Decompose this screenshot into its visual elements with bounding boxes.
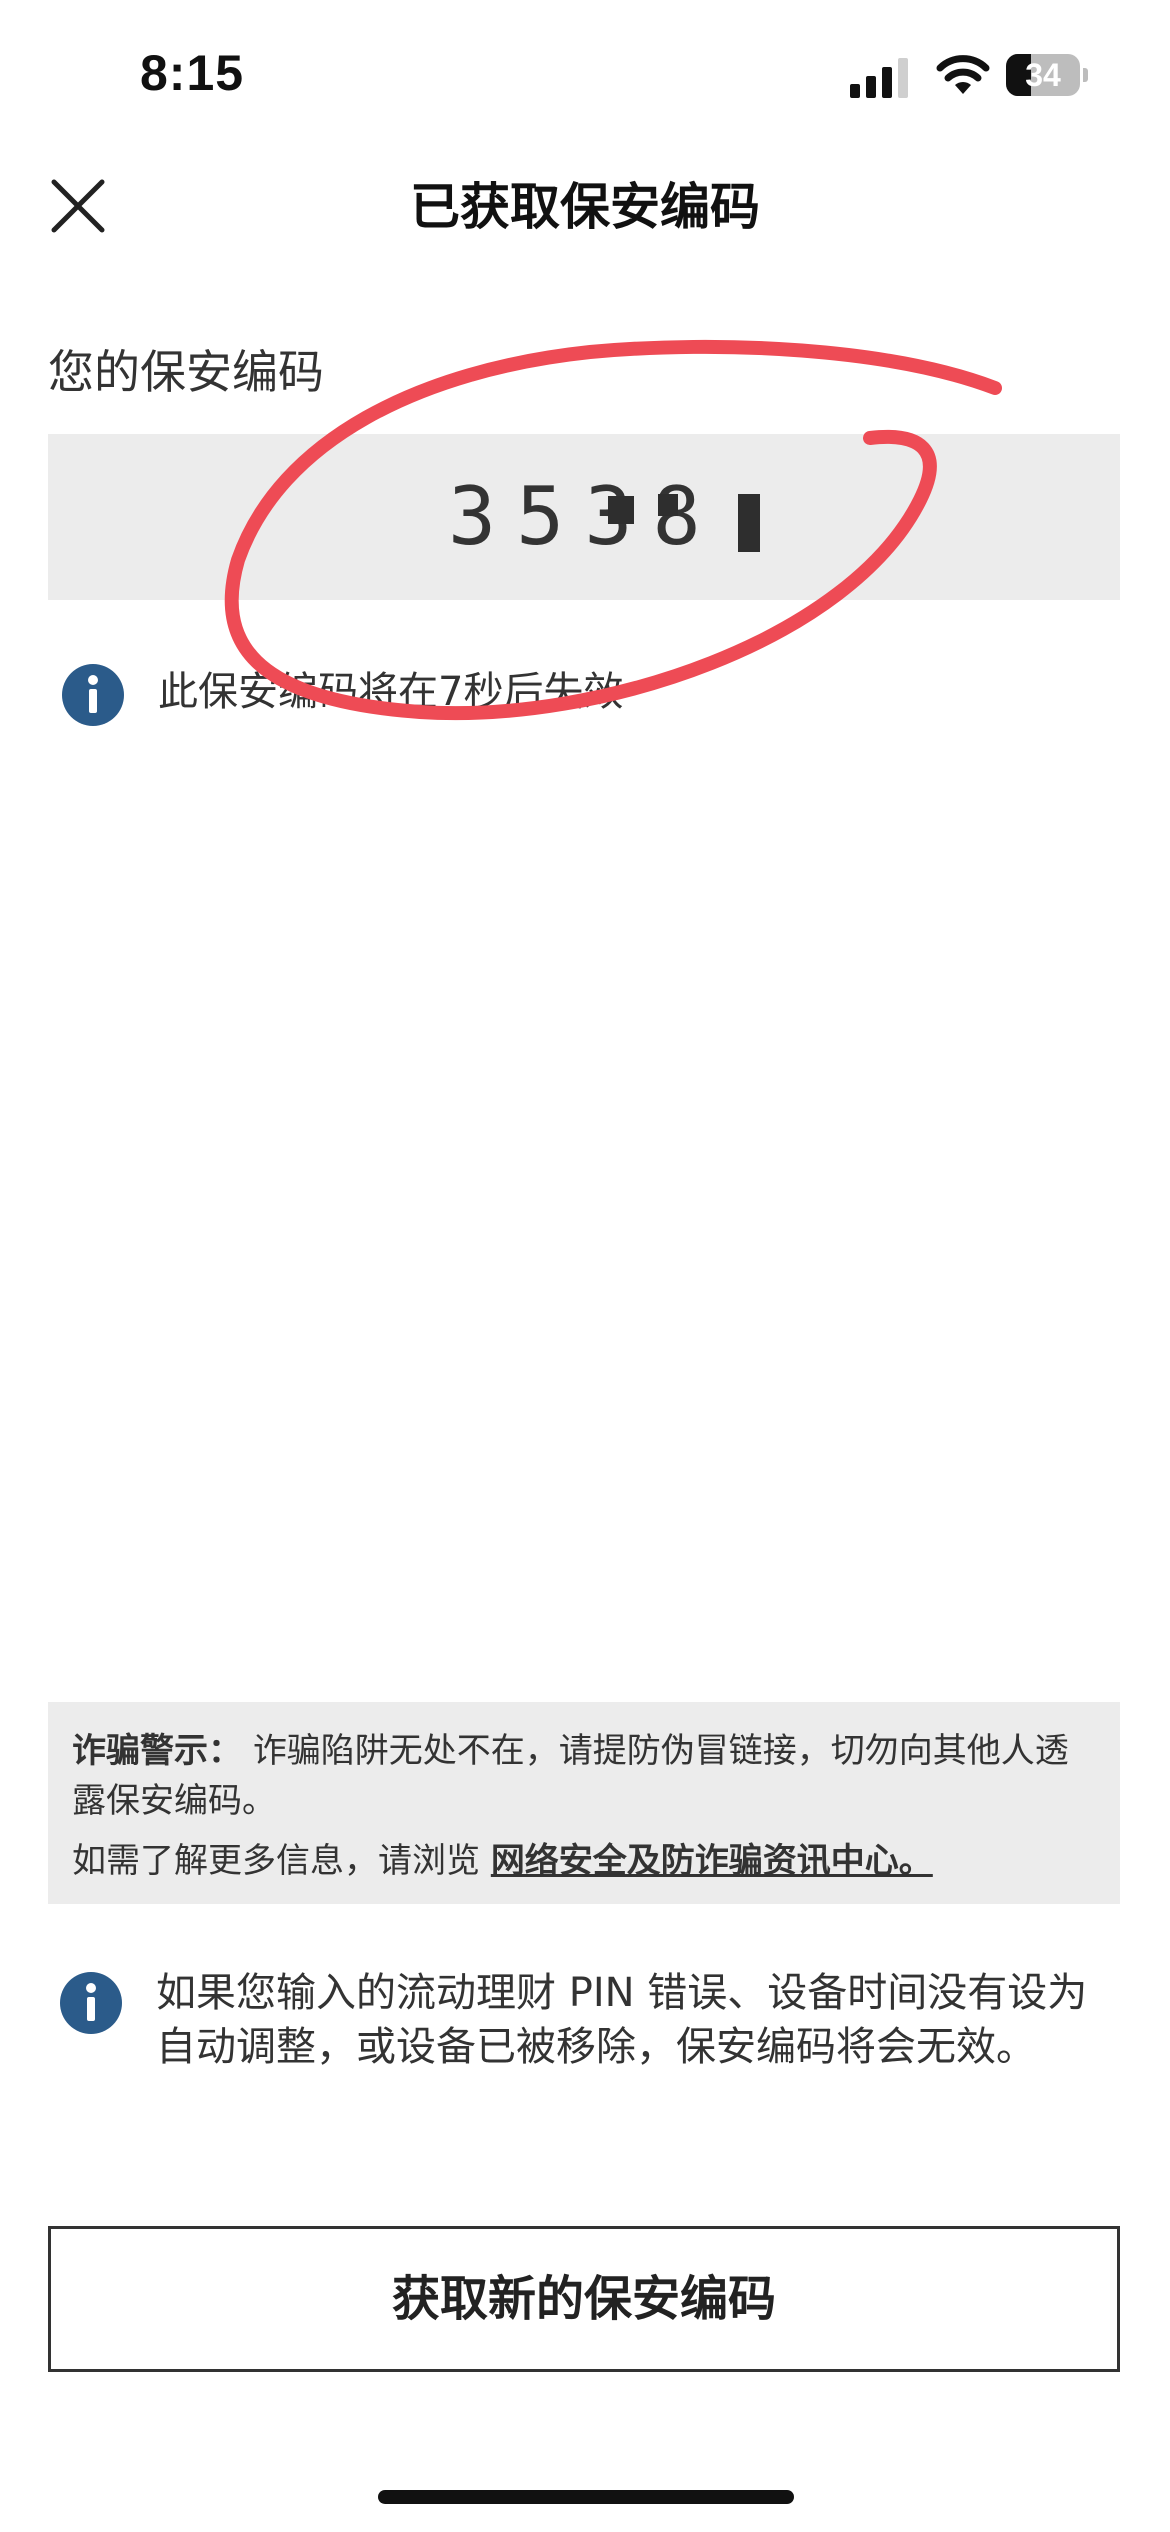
battery-icon: 34: [1006, 54, 1088, 96]
get-new-code-button[interactable]: 获取新的保安编码: [48, 2226, 1120, 2372]
more-info-prefix: 如需了解更多信息，请浏览: [72, 1841, 480, 1881]
home-indicator[interactable]: [378, 2490, 794, 2504]
page-title: 已获取保安编码: [410, 178, 760, 236]
expiry-notice: 此保安编码将在7秒后失效: [158, 669, 624, 715]
fraud-warning-title: 诈骗警示：: [72, 1731, 242, 1771]
anti-fraud-center-link[interactable]: 网络安全及防诈骗资讯中心。: [491, 1841, 933, 1881]
security-code-value: 3538: [448, 470, 721, 563]
status-time: 8:15: [140, 45, 245, 101]
info-icon: [62, 664, 124, 726]
redaction-mark: [738, 494, 760, 552]
wifi-icon: [936, 55, 990, 94]
security-code-box: 3538: [48, 434, 1120, 600]
redaction-mark: [658, 494, 678, 516]
invalid-code-notice: 如果您输入的流动理财 PIN 错误、设备时间没有设为自动调整，或设备已被移除，保…: [156, 1970, 1088, 2070]
redaction-mark: [608, 496, 634, 524]
security-code-label: 您的保安编码: [48, 345, 324, 399]
info-icon: [60, 1972, 122, 2034]
fraud-warning-text: 诈骗警示： 诈骗陷阱无处不在，请提防伪冒链接，切勿向其他人透露保安编码。: [72, 1726, 1102, 1826]
signal-icon: [850, 58, 908, 98]
status-bar: 8:15 34: [0, 0, 1170, 150]
more-info-line: 如需了解更多信息，请浏览 网络安全及防诈骗资讯中心。: [72, 1836, 1102, 1886]
fraud-warning-box: 诈骗警示： 诈骗陷阱无处不在，请提防伪冒链接，切勿向其他人透露保安编码。 如需了…: [48, 1702, 1120, 1904]
security-code-screen: 8:15 34 已获取保安编码 您的保安编码 3538 此保安编码将在7秒后失效…: [0, 0, 1170, 2532]
battery-level: 34: [1025, 57, 1061, 93]
